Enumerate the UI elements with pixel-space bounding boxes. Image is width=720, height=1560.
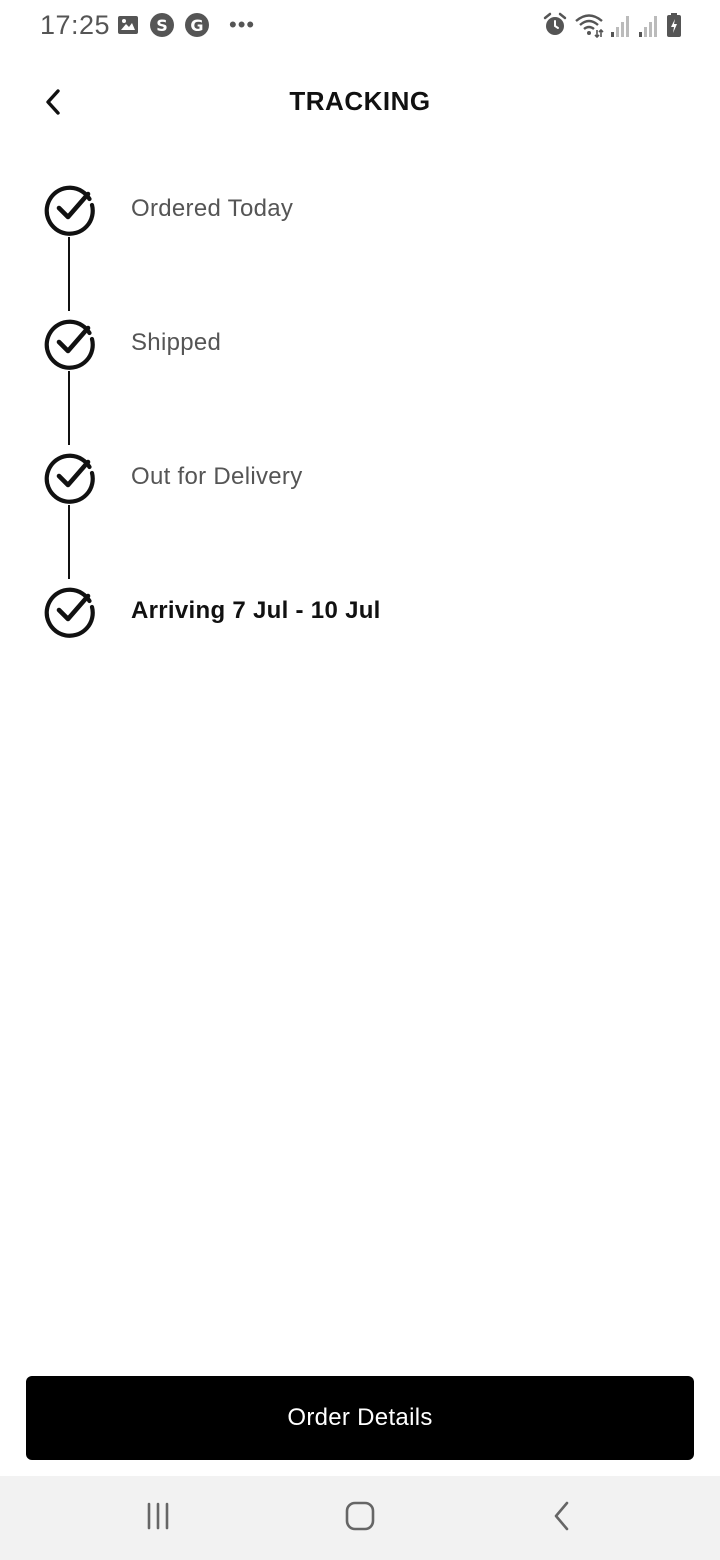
- timeline-step-label: Shipped: [131, 329, 222, 356]
- status-bar: 17:25 S G •••: [0, 0, 720, 54]
- home-icon: [344, 1500, 376, 1537]
- wifi-icon: [574, 12, 604, 43]
- signal-icon: [638, 12, 660, 43]
- timeline-connector: [68, 505, 70, 579]
- signal-icon: [610, 12, 632, 43]
- system-back-button[interactable]: [542, 1498, 582, 1538]
- timeline-connector: [68, 371, 70, 445]
- skype-icon: S: [149, 12, 175, 43]
- status-time: 17:25: [40, 10, 111, 40]
- timeline-step-label: Arriving 7 Jul - 10 Jul: [131, 597, 381, 624]
- check-circle-icon: [44, 316, 98, 370]
- timeline-step-shipped: Shipped: [44, 316, 684, 370]
- timeline-step-out-for-delivery: Out for Delivery: [44, 450, 684, 504]
- timeline-step-label: Out for Delivery: [131, 463, 303, 490]
- battery-charging-icon: [666, 12, 682, 43]
- check-circle-icon: [44, 450, 98, 504]
- system-nav-bar: [0, 1476, 720, 1560]
- recent-apps-icon: [143, 1501, 173, 1536]
- timeline-step-arriving: Arriving 7 Jul - 10 Jul: [44, 584, 684, 638]
- alarm-icon: [542, 12, 568, 43]
- timeline-connector: [68, 237, 70, 311]
- timeline-step-label: Ordered Today: [131, 195, 294, 222]
- status-right-icons: [542, 12, 682, 43]
- back-icon: [550, 1500, 574, 1537]
- more-notifications-icon: •••: [229, 11, 256, 37]
- svg-text:S: S: [156, 16, 168, 35]
- check-circle-icon: [44, 182, 98, 236]
- order-details-button[interactable]: Order Details: [26, 1376, 694, 1460]
- recent-apps-button[interactable]: [138, 1498, 178, 1538]
- svg-text:G: G: [190, 16, 203, 35]
- timeline-step-ordered: Ordered Today: [44, 182, 684, 236]
- home-button[interactable]: [340, 1498, 380, 1538]
- google-icon: G: [184, 12, 210, 43]
- page-title: TRACKING: [289, 86, 431, 116]
- check-circle-icon: [44, 584, 98, 638]
- image-icon: [116, 13, 140, 42]
- status-left-icons: S G •••: [116, 12, 255, 43]
- header: TRACKING: [0, 54, 720, 150]
